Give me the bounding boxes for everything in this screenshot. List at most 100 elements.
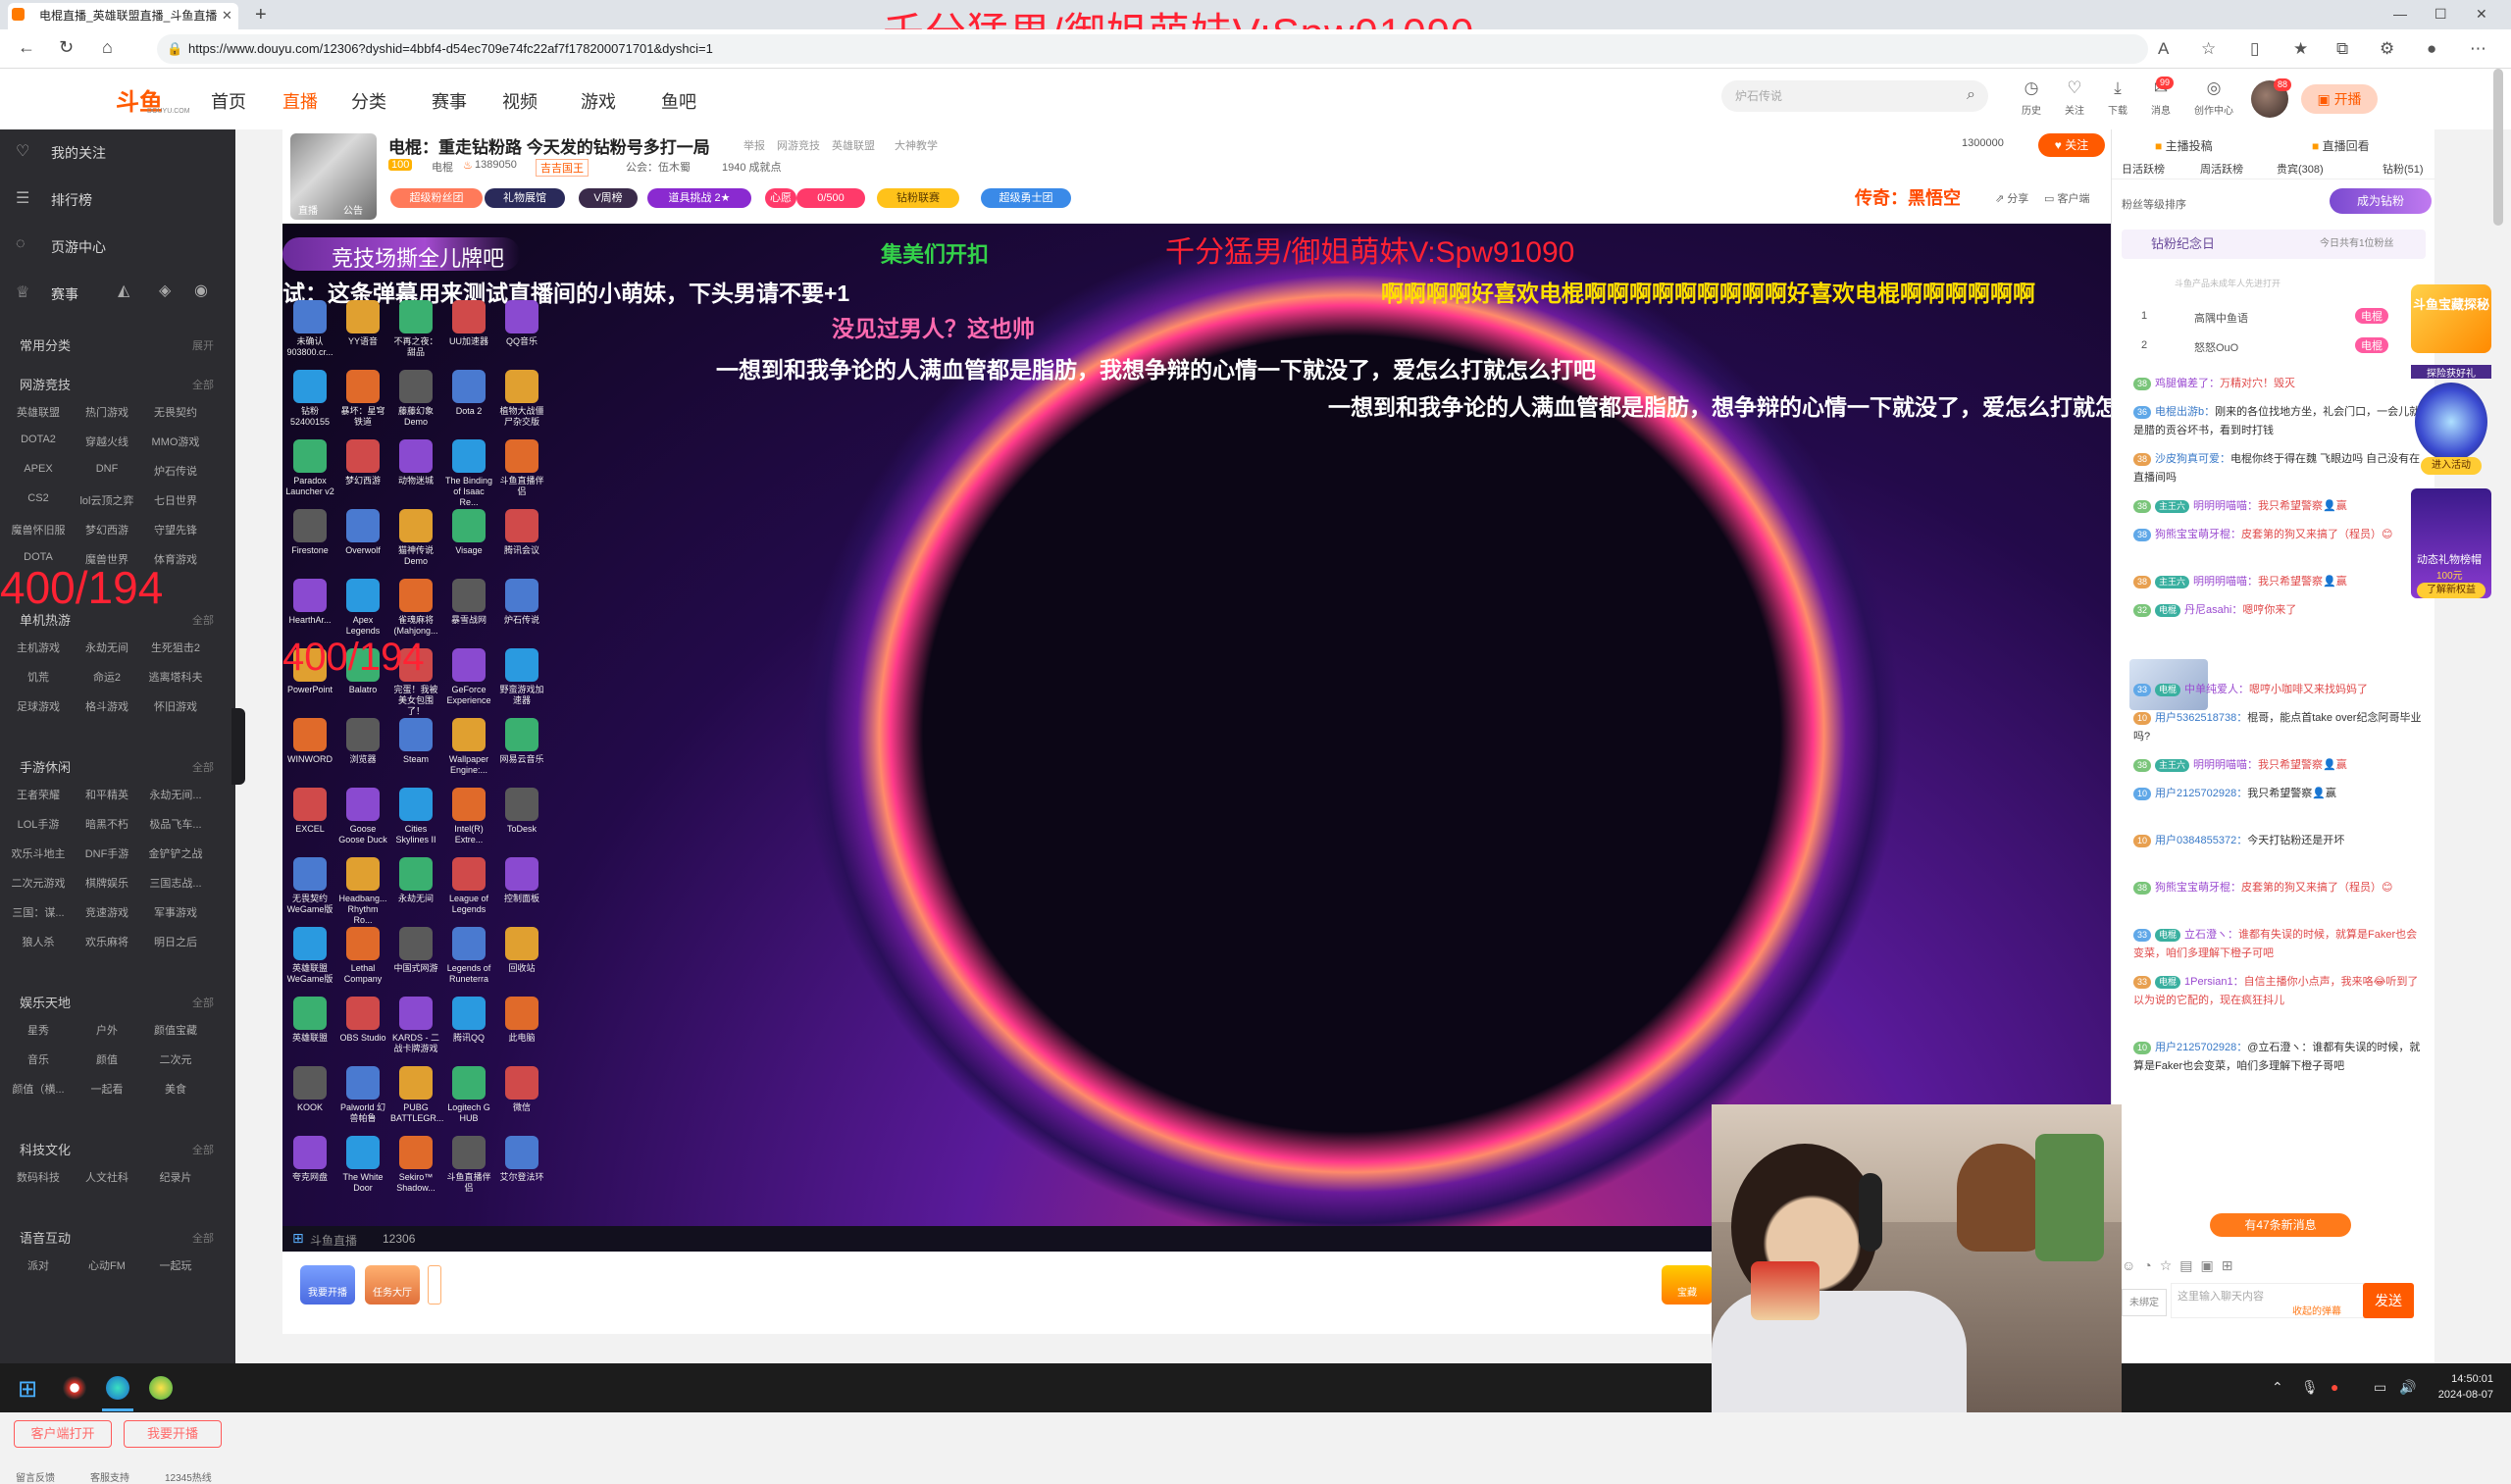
sidebar-category-item[interactable]: 军事游戏	[143, 904, 208, 920]
desktop-icon[interactable]: 永劫无间	[390, 857, 441, 904]
sidebar-section-all[interactable]: 全部	[192, 759, 214, 775]
sidebar-category-item[interactable]: 极品飞车...	[143, 816, 208, 832]
fan-memorial-row[interactable]: 钻粉纪念日 今日共有1位粉丝	[2122, 230, 2426, 259]
desktop-icon[interactable]: 微信	[496, 1066, 547, 1113]
sidebar-category-item[interactable]: 永劫无间	[75, 640, 139, 655]
desktop-icon[interactable]: Goose Goose Duck	[337, 788, 388, 845]
sidebar-section-all[interactable]: 全部	[192, 1230, 214, 1246]
desktop-icon[interactable]: League of Legends	[443, 857, 494, 915]
sidebar-section-all[interactable]: 全部	[192, 1142, 214, 1157]
desktop-icon[interactable]: 动物迷城	[390, 439, 441, 486]
desktop-icon[interactable]: Visage	[443, 509, 494, 556]
pill-item-challenge[interactable]: 道具挑战 2★	[647, 188, 751, 208]
nav-category[interactable]: 分类	[351, 88, 386, 114]
desktop-icon[interactable]: 藤藤幻象 Demo	[390, 370, 441, 428]
desktop-icon[interactable]: The White Door	[337, 1136, 388, 1194]
sidebar-category-item[interactable]: 守望先锋	[143, 522, 208, 537]
desktop-icon[interactable]: 此电脑	[496, 997, 547, 1044]
send-button[interactable]: 发送	[2363, 1283, 2414, 1318]
search-icon[interactable]: ⌕	[1967, 86, 1975, 104]
sidebar-category-item[interactable]: 逃离塔科夫	[143, 669, 208, 685]
pill-super-fans[interactable]: 超级粉丝团	[390, 188, 483, 208]
sidebar-category-item[interactable]: 暗黑不朽	[75, 816, 139, 832]
desktop-icon[interactable]: OBS Studio	[337, 997, 388, 1044]
network-icon[interactable]: ▭	[2374, 1379, 2386, 1396]
desktop-icon[interactable]: 雀魂麻将 (Mahjong...	[390, 579, 441, 637]
sidebar-category-item[interactable]: 颜值（横...	[6, 1081, 71, 1097]
pill-wish[interactable]: 心愿	[765, 188, 796, 208]
page-scrollbar[interactable]	[2493, 69, 2503, 226]
chat-message[interactable]: 38 鸡腿偏差了：万精对穴！毁灭	[2133, 375, 2426, 393]
chat-message[interactable]: 38 主王六 明明明喵喵：我只希望警察👤赢	[2133, 756, 2426, 775]
lol-icon[interactable]: ◭	[118, 281, 129, 300]
history-icon[interactable]: ◷	[2012, 78, 2051, 98]
sidebar-category-item[interactable]: 怀旧游戏	[143, 698, 208, 714]
desktop-icon[interactable]: 浏览器	[337, 718, 388, 765]
desktop-icon[interactable]: KOOK	[284, 1066, 335, 1113]
sidebar-collapse-handle[interactable]	[231, 708, 245, 785]
obs-icon[interactable]	[63, 1376, 86, 1400]
chat-message[interactable]: 10 用户5362518738：棍哥，能点首take over纪念阿哥毕业吗?	[2133, 709, 2426, 746]
sidebar-category-item[interactable]: 饥荒	[6, 669, 71, 685]
sidebar-category-item[interactable]: 音乐	[6, 1051, 71, 1067]
sidebar-category-item[interactable]: 格斗游戏	[75, 698, 139, 714]
nav-events[interactable]: 赛事	[432, 88, 467, 114]
chat-username[interactable]: 鸡腿偏差了：	[2155, 378, 2220, 389]
sidebar-category-item[interactable]: 穿越火线	[75, 434, 139, 449]
footer-feedback[interactable]: 留言反馈	[16, 1469, 55, 1484]
desktop-icon[interactable]: The Binding of Isaac Re...	[443, 439, 494, 508]
tab-diamond-fans[interactable]: 钻粉(51)	[2383, 161, 2424, 177]
video-player[interactable]: 竞技场撕全儿牌吧 集美们开扣 千分猛男/御姐萌妹V:Spw91090 试：这条弹…	[282, 224, 2111, 1252]
desktop-icon[interactable]: 中国式网游	[390, 927, 441, 974]
sidebar-category-item[interactable]: 户外	[75, 1022, 139, 1038]
chat-message[interactable]: 38 沙皮狗真可爱：电棍你终于得在魏 飞眼边吗 自己没有在直播间吗	[2133, 450, 2426, 487]
mic-icon[interactable]: 🎙	[2301, 1379, 2319, 1396]
desktop-icon[interactable]: 植物大战僵尸杂交版	[496, 370, 547, 428]
valorant-icon[interactable]: ◈	[159, 281, 171, 300]
sidebar-category-item[interactable]: 颜值宝藏	[143, 1022, 208, 1038]
pill-super-warriors[interactable]: 超级勇士团	[981, 188, 1071, 208]
desktop-icon[interactable]: HearthAr...	[284, 579, 335, 626]
sidebar-category-item[interactable]: 一起玩	[143, 1257, 208, 1273]
sidebar-category-item[interactable]: DNF手游	[75, 845, 139, 861]
sidebar-category-item[interactable]: 热门游戏	[75, 404, 139, 420]
start-broadcast-button[interactable]: 我要开播	[124, 1420, 222, 1448]
desktop-icon[interactable]: Firestone	[284, 509, 335, 556]
chat-message[interactable]: 36 电棍出游b：刚来的各位找地方坐，礼会门口，一会儿就是腊的贡谷坏书，看到时打钱	[2133, 403, 2426, 440]
tag-esports[interactable]: 网游竞技	[777, 137, 820, 153]
sidebar-category-item[interactable]: LOL手游	[6, 816, 71, 832]
sidebar-category-item[interactable]: 派对	[6, 1257, 71, 1273]
sidebar-category-item[interactable]: 二次元游戏	[6, 875, 71, 891]
not-bound-label[interactable]: 未绑定	[2122, 1289, 2167, 1316]
desktop-icon[interactable]: 斗鱼直播伴侣	[443, 1136, 494, 1194]
desktop-icon[interactable]: EXCEL	[284, 788, 335, 835]
learn-rights-button[interactable]: 了解新权益	[2417, 583, 2485, 598]
minimize-icon[interactable]: —	[2393, 6, 2407, 22]
replay-link[interactable]: ■ 直播回看	[2312, 137, 2370, 154]
refresh-icon[interactable]: ↻	[59, 37, 74, 58]
sidebar-category-item[interactable]: 数码科技	[6, 1169, 71, 1185]
desktop-icon[interactable]: 暴雪战网	[443, 579, 494, 626]
desktop-icon[interactable]: Palworld 幻兽帕鲁	[337, 1066, 388, 1124]
fan-sort-label[interactable]: 粉丝等级排序	[2122, 196, 2186, 212]
close-tab-icon[interactable]: ✕	[222, 8, 232, 24]
home-icon[interactable]: ⌂	[102, 37, 113, 58]
sidebar-ranking[interactable]: 排行榜	[51, 190, 92, 210]
tab-daily-active[interactable]: 日活跃榜	[2122, 161, 2165, 177]
footer-hotline[interactable]: 12345热线	[165, 1469, 212, 1484]
sidebar-category-item[interactable]: DNF	[75, 463, 139, 475]
chat-username[interactable]: 中单纯爱人：	[2184, 684, 2249, 695]
chat-message[interactable]: 38 狗熊宝宝萌牙棍：皮套第的狗又来搞了（程员）😊	[2133, 526, 2426, 544]
sidebar-category-item[interactable]: 王者荣耀	[6, 787, 71, 802]
desktop-icon[interactable]: 未确认 903800.cr...	[284, 300, 335, 358]
streamer-submit-link[interactable]: ■ 主播投稿	[2155, 137, 2213, 154]
desktop-icon[interactable]: Paradox Launcher v2	[284, 439, 335, 497]
danmu-bubble-label[interactable]: 收起的弹幕	[2292, 1303, 2341, 1317]
chat-message[interactable]: 33 电棍 立石澄ヽ：谁都有失误的时候，就算是Faker也会变菜，咱们多理解下橙子可…	[2133, 926, 2426, 963]
nav-live[interactable]: 直播	[282, 88, 318, 114]
sidebar-category-item[interactable]: 美食	[143, 1081, 208, 1097]
desktop-icon[interactable]: 网易云音乐	[496, 718, 547, 765]
guild-badge[interactable]: 吉吉国王	[536, 159, 589, 177]
chat-message[interactable]: 38 主王六 明明明喵喵：我只希望警察👤赢	[2133, 497, 2426, 516]
sidebar-category-item[interactable]: 星秀	[6, 1022, 71, 1038]
